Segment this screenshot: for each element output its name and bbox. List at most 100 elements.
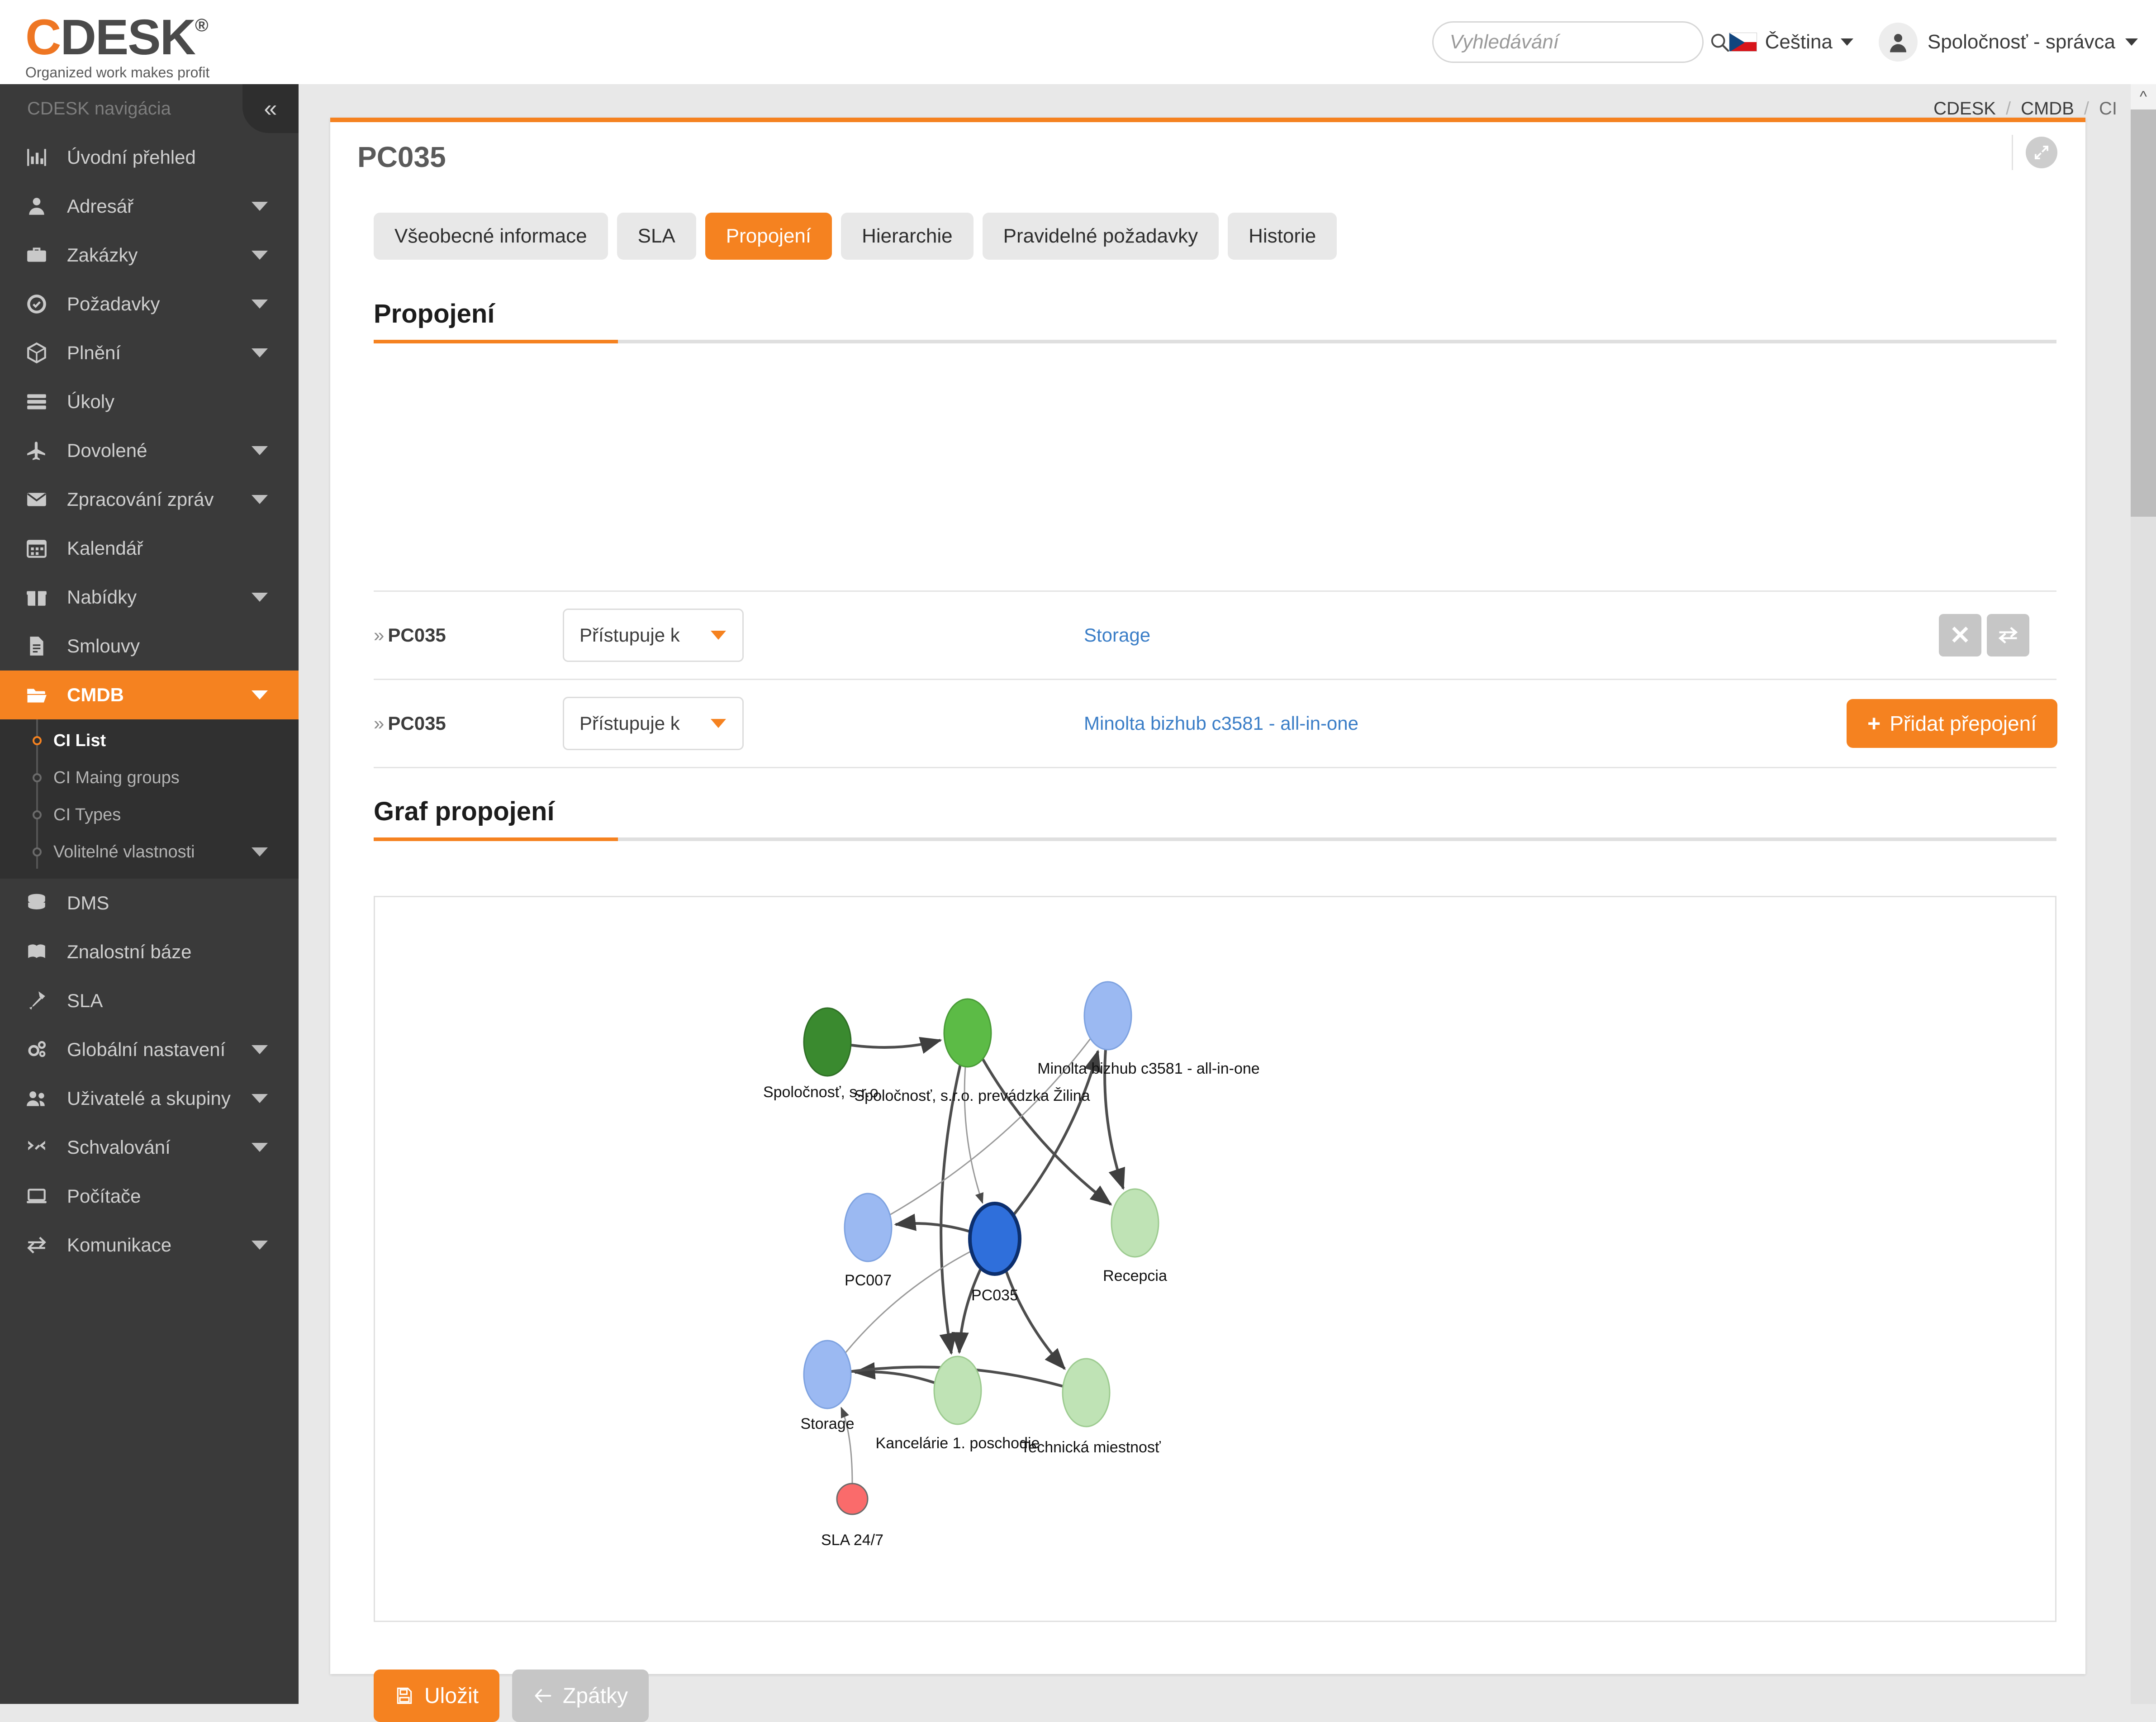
graph-node-pc035[interactable]: PC035 bbox=[970, 1203, 1020, 1304]
link-source-label: PC035 bbox=[388, 624, 446, 646]
tab-historie[interactable]: Historie bbox=[1228, 213, 1337, 260]
sidebar-collapse-button[interactable]: « bbox=[242, 84, 299, 133]
search-input[interactable] bbox=[1450, 31, 1709, 53]
graph-node-shape[interactable] bbox=[1111, 1189, 1159, 1257]
sidebar-item-schvalov-n[interactable]: Schvalování bbox=[0, 1123, 299, 1172]
chevron-right-icon: » bbox=[374, 624, 384, 646]
graph-node-shape[interactable] bbox=[1084, 982, 1131, 1050]
list-icon-wrap bbox=[25, 390, 53, 413]
sidebar-subitem-ci-maing-groups[interactable]: CI Maing groups bbox=[0, 759, 299, 796]
sidebar-item-label: Nabídky bbox=[67, 586, 137, 608]
page-scrollbar-thumb[interactable] bbox=[2131, 109, 2156, 517]
graph-node-shape[interactable] bbox=[804, 1341, 851, 1408]
sidebar-item-znalostn-b-ze[interactable]: Znalostní báze bbox=[0, 928, 299, 976]
relationship-graph[interactable]: Spoločnosť, s.r.o.Spoločnosť, s.r.o. pre… bbox=[374, 896, 2056, 1622]
graph-node-sla247[interactable]: SLA 24/7 bbox=[821, 1484, 883, 1549]
user-avatar-icon bbox=[1886, 30, 1910, 54]
remove-link-button[interactable]: ✕ bbox=[1939, 614, 1981, 656]
sidebar-item-adres[interactable]: Adresář bbox=[0, 182, 299, 231]
tab-v-eobecn-informace[interactable]: Všeobecné informace bbox=[374, 213, 608, 260]
sidebar-item-zak-zky[interactable]: Zakázky bbox=[0, 231, 299, 280]
sidebar-item-cmdb[interactable]: CMDB bbox=[0, 671, 299, 719]
sidebar-item-glob-ln-nastaven[interactable]: Globální nastavení bbox=[0, 1025, 299, 1074]
graph-node-shape[interactable] bbox=[944, 999, 991, 1067]
link-target[interactable]: Minolta bizhub c3581 - all-in-one bbox=[1084, 713, 1358, 734]
graph-edge bbox=[851, 1040, 940, 1047]
user-menu[interactable]: Spoločnosť - správca bbox=[1879, 23, 2138, 62]
graph-edge bbox=[1006, 1270, 1065, 1369]
sidebar-item-komunikace[interactable]: Komunikace bbox=[0, 1221, 299, 1270]
breadcrumb-item-ci[interactable]: CI bbox=[2099, 99, 2117, 119]
sidebar-item-vodn-p-ehled[interactable]: Úvodní přehled bbox=[0, 133, 299, 182]
relation-type-select[interactable]: Přístupuje k bbox=[563, 609, 744, 662]
graph-nodes[interactable]: Spoločnosť, s.r.o.Spoločnosť, s.r.o. pre… bbox=[763, 982, 1260, 1549]
sidebar-item-u-ivatel-a-skupiny[interactable]: Uživatelé a skupiny bbox=[0, 1074, 299, 1123]
graph-edge bbox=[983, 1059, 1111, 1205]
page-title: PC035 bbox=[357, 140, 446, 174]
sidebar-item-nab-dky[interactable]: Nabídky bbox=[0, 573, 299, 622]
chevron-down-icon bbox=[252, 202, 268, 211]
sidebar-subitem-ci-list[interactable]: CI List bbox=[0, 722, 299, 759]
sidebar-item-dms[interactable]: DMS bbox=[0, 879, 299, 928]
sidebar-item-label: Plnění bbox=[67, 342, 121, 364]
graph-node-shape[interactable] bbox=[934, 1356, 981, 1424]
logo[interactable]: CDESK® Organized work makes profit bbox=[25, 13, 209, 81]
expand-button[interactable] bbox=[2026, 137, 2057, 168]
graph-node-label: SLA 24/7 bbox=[821, 1532, 883, 1549]
sidebar-subitem-ci-types[interactable]: CI Types bbox=[0, 796, 299, 833]
sidebar-item-smlouvy[interactable]: Smlouvy bbox=[0, 622, 299, 671]
envelope-icon-wrap bbox=[25, 488, 53, 511]
sidebar-item-pln-n[interactable]: Plnění bbox=[0, 328, 299, 377]
graph-node-kancelarie[interactable]: Kancelárie 1. poschodie bbox=[876, 1356, 1040, 1452]
sidebar-item-po-ta-e[interactable]: Počítače bbox=[0, 1172, 299, 1221]
save-button[interactable]: Uložit bbox=[374, 1670, 499, 1722]
relation-type-select[interactable]: Přístupuje k bbox=[563, 697, 744, 750]
graph-node-shape[interactable] bbox=[804, 1008, 851, 1076]
search-box[interactable] bbox=[1432, 21, 1704, 63]
graph-node-branch[interactable]: Spoločnosť, s.r.o. prevádzka Žilina bbox=[854, 999, 1090, 1104]
graph-edge bbox=[855, 1372, 935, 1383]
laptop-icon-wrap bbox=[25, 1185, 53, 1208]
tab-sla[interactable]: SLA bbox=[617, 213, 696, 260]
graph-node-storage[interactable]: Storage bbox=[800, 1341, 854, 1432]
graph-node-shape[interactable] bbox=[837, 1484, 868, 1514]
tab-propojen[interactable]: Propojení bbox=[705, 213, 832, 260]
hammer-icon-wrap bbox=[25, 989, 53, 1012]
sidebar-item-dovolen[interactable]: Dovolené bbox=[0, 426, 299, 475]
graph-node-pc007[interactable]: PC007 bbox=[845, 1194, 892, 1289]
users-icon bbox=[25, 1087, 48, 1110]
tab-pravideln-po-adavky[interactable]: Pravidelné požadavky bbox=[983, 213, 1219, 260]
swap-direction-button[interactable] bbox=[1987, 614, 2029, 656]
back-button[interactable]: Zpátky bbox=[512, 1670, 649, 1722]
breadcrumb-item-cdesk[interactable]: CDESK bbox=[1933, 99, 1996, 119]
chevron-down-icon bbox=[252, 300, 268, 309]
check-circle-icon bbox=[25, 293, 48, 315]
graph-node-shape[interactable] bbox=[1063, 1359, 1110, 1427]
tab-hierarchie[interactable]: Hierarchie bbox=[841, 213, 974, 260]
tab-bar: Všeobecné informaceSLAPropojeníHierarchi… bbox=[374, 213, 1337, 260]
relationship-graph-canvas[interactable]: Spoločnosť, s.r.o.Spoločnosť, s.r.o. pre… bbox=[375, 897, 2056, 1622]
graph-node-technicka[interactable]: Technická miestnosť bbox=[1021, 1359, 1161, 1456]
link-target[interactable]: Storage bbox=[1084, 624, 1150, 646]
sidebar-item-zpracov-n-zpr-v[interactable]: Zpracování zpráv bbox=[0, 475, 299, 524]
graph-node-shape[interactable] bbox=[970, 1203, 1020, 1274]
sidebar-item-sla[interactable]: SLA bbox=[0, 976, 299, 1025]
scroll-to-top-button[interactable]: ^ bbox=[2131, 84, 2156, 109]
chevron-down-icon bbox=[252, 1143, 268, 1152]
sidebar-submenu-cmdb: CI ListCI Maing groupsCI TypesVolitelné … bbox=[0, 719, 299, 879]
sidebar-item-kalend[interactable]: Kalendář bbox=[0, 524, 299, 573]
graph-node-minolta[interactable]: Minolta bizhub c3581 - all-in-one bbox=[1037, 982, 1259, 1077]
search-icon[interactable] bbox=[1709, 32, 1730, 52]
add-link-button[interactable]: + Přidat přepojení bbox=[1847, 699, 2057, 748]
breadcrumb-item-cmdb[interactable]: CMDB bbox=[2021, 99, 2074, 119]
briefcase-icon bbox=[25, 244, 48, 266]
graph-node-recepcia[interactable]: Recepcia bbox=[1103, 1189, 1167, 1284]
page-scrollbar[interactable] bbox=[2131, 109, 2156, 1704]
sidebar-item-koly[interactable]: Úkoly bbox=[0, 377, 299, 426]
sidebar-item-po-adavky[interactable]: Požadavky bbox=[0, 280, 299, 328]
sidebar-subitem-voliteln-vlastnosti[interactable]: Volitelné vlastnosti bbox=[0, 833, 299, 871]
chevron-down-icon bbox=[252, 1045, 268, 1054]
language-selector[interactable]: Čeština bbox=[1729, 31, 1853, 53]
graph-node-shape[interactable] bbox=[845, 1194, 892, 1261]
top-bar-right-group: Čeština Spoločnosť - správca bbox=[1432, 0, 2138, 84]
